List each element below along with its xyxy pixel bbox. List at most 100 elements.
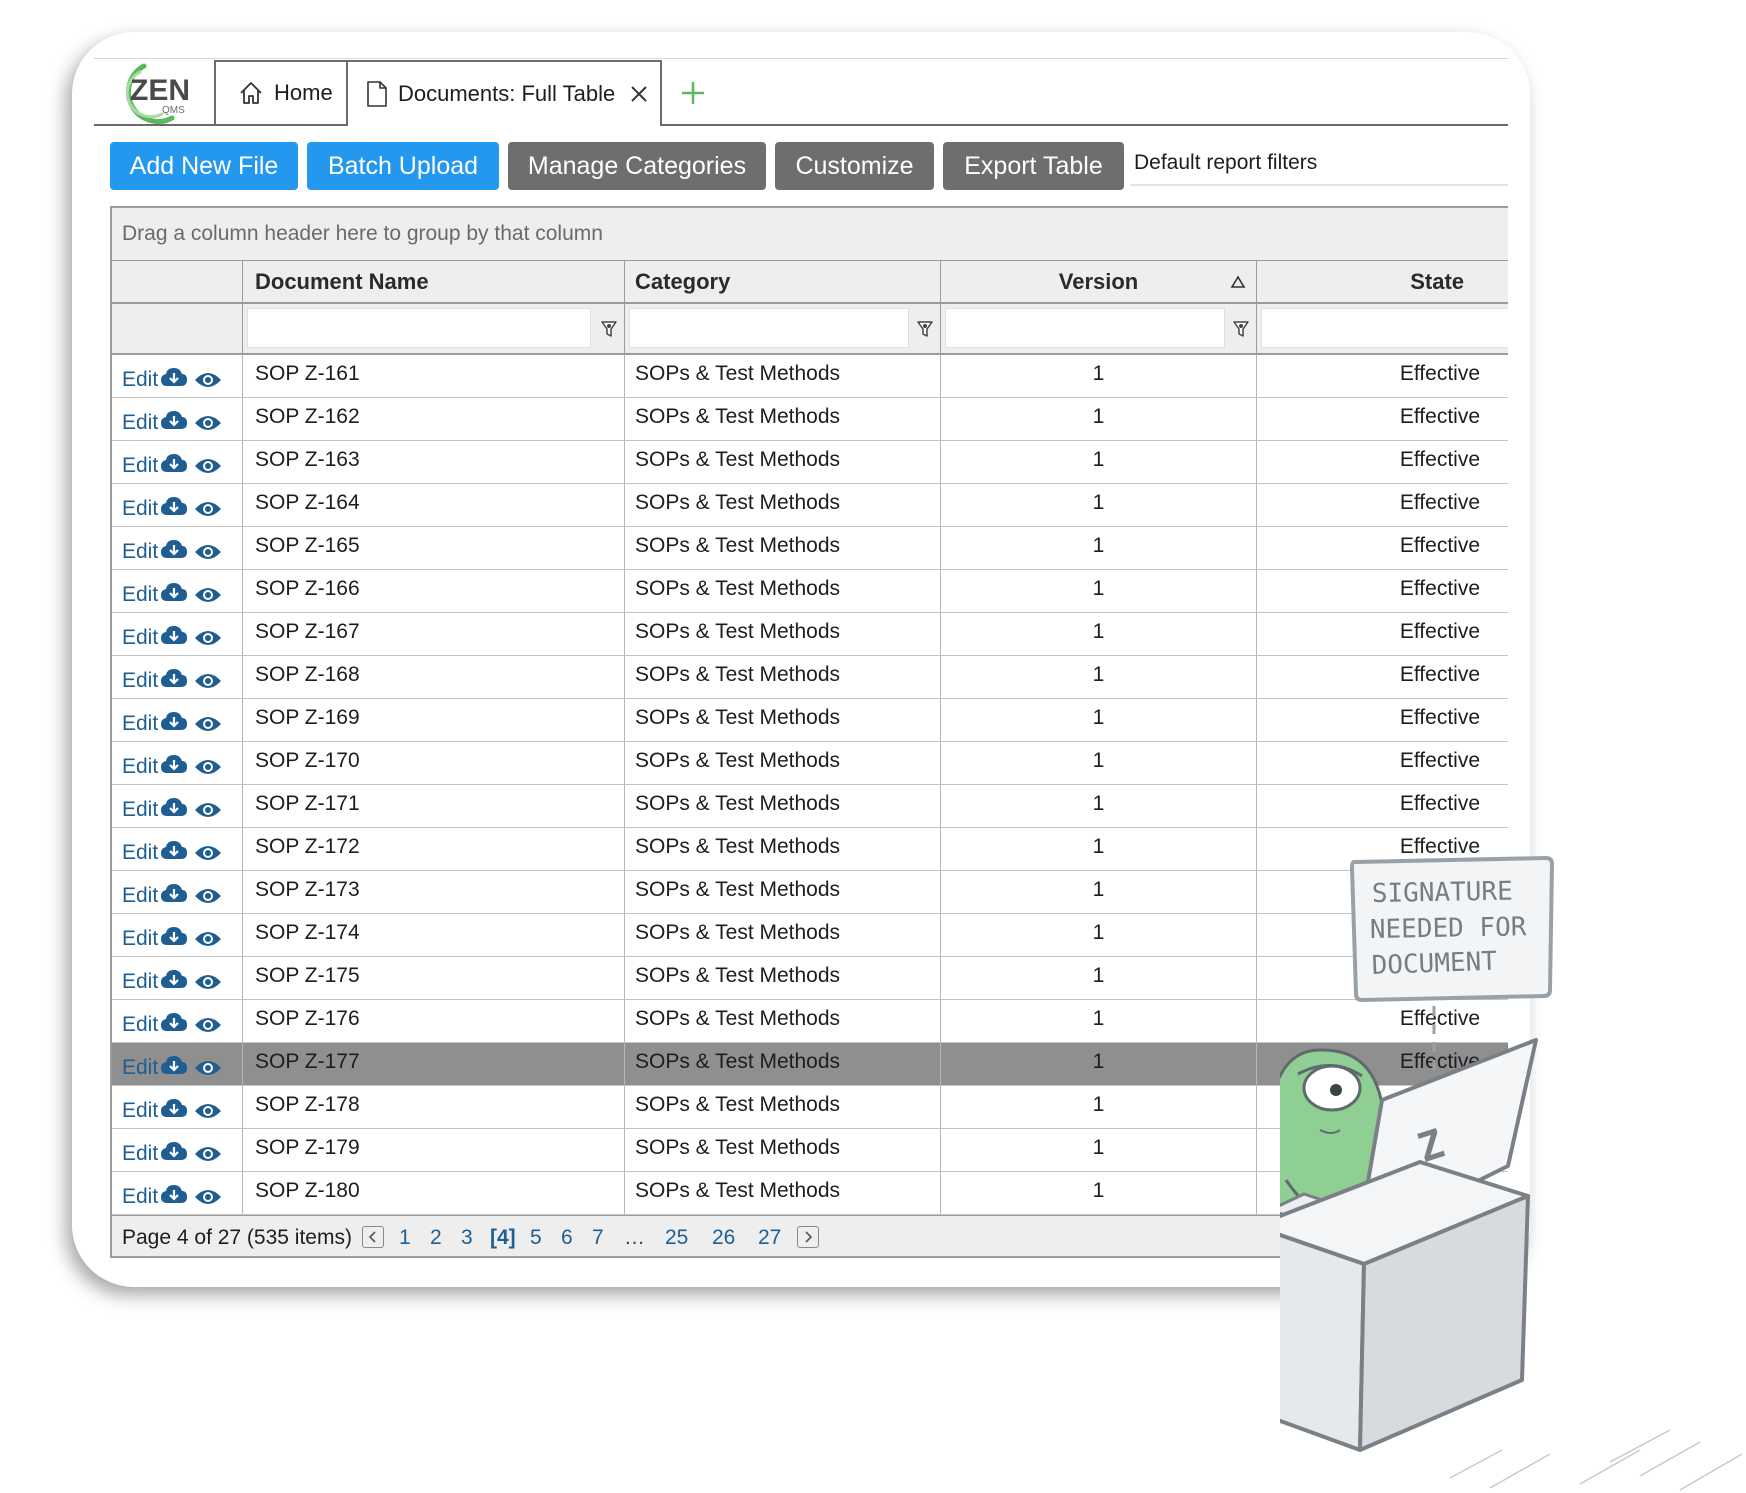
edit-link[interactable]: Edit <box>122 1006 158 1044</box>
edit-link[interactable]: Edit <box>122 361 158 399</box>
row-actions: Edit <box>112 1043 242 1085</box>
edit-link[interactable]: Edit <box>122 662 158 700</box>
cell-document-name: SOP Z-171 <box>242 785 624 827</box>
group-by-panel[interactable]: Drag a column header here to group by th… <box>112 208 1508 260</box>
table-row[interactable]: Edit SOP Z-170 SOPs & Test Methods 1 Effecti… <box>112 742 1508 785</box>
table-row[interactable]: Edit SOP Z-167 SOPs & Test Methods 1 Effecti… <box>112 613 1508 656</box>
table-row[interactable]: Edit SOP Z-169 SOPs & Test Methods 1 Effecti… <box>112 699 1508 742</box>
download-cloud-icon[interactable] <box>160 707 188 745</box>
table-row[interactable]: Edit SOP Z-171 SOPs & Test Methods 1 Effecti… <box>112 785 1508 828</box>
sign-line-3: DOCUMENT <box>1371 947 1498 981</box>
download-cloud-icon[interactable] <box>160 664 188 702</box>
header-document-name[interactable]: Document Name <box>242 261 624 303</box>
table-row[interactable]: Edit SOP Z-162 SOPs & Test Methods 1 Effecti… <box>112 398 1508 441</box>
page-link-1[interactable]: 1 <box>399 1226 411 1250</box>
manage-categories-button[interactable]: Manage Categories <box>508 142 766 190</box>
tab-documents-full-table[interactable]: Documents: Full Table <box>346 60 662 126</box>
row-actions: Edit <box>112 527 242 569</box>
cell-category: SOPs & Test Methods <box>624 527 940 569</box>
tab-home[interactable]: Home <box>214 60 348 124</box>
customize-button[interactable]: Customize <box>775 142 934 190</box>
zen-qms-logo[interactable]: ZEN QMS <box>110 60 202 124</box>
table-row[interactable]: Edit SOP Z-168 SOPs & Test Methods 1 Effecti… <box>112 656 1508 699</box>
table-row[interactable]: Edit SOP Z-165 SOPs & Test Methods 1 Effecti… <box>112 527 1508 570</box>
filter-input-state[interactable] <box>1261 308 1508 348</box>
download-cloud-icon[interactable] <box>160 449 188 487</box>
download-cloud-icon[interactable] <box>160 578 188 616</box>
cell-state: Effective <box>1256 742 1508 784</box>
edit-link[interactable]: Edit <box>122 834 158 872</box>
download-cloud-icon[interactable] <box>160 1008 188 1046</box>
edit-link[interactable]: Edit <box>122 447 158 485</box>
row-actions: Edit <box>112 355 242 397</box>
page-link-5[interactable]: 5 <box>530 1226 542 1250</box>
logo-sub: QMS <box>162 105 185 116</box>
add-new-file-button[interactable]: Add New File <box>110 142 298 190</box>
mascot-illustration: SIGNATURE NEEDED FOR DOCUMENT Z <box>1280 855 1743 1491</box>
edit-link[interactable]: Edit <box>122 877 158 915</box>
edit-link[interactable]: Edit <box>122 576 158 614</box>
header-version[interactable]: Version <box>940 261 1256 303</box>
add-tab-icon[interactable] <box>678 78 708 108</box>
edit-link[interactable]: Edit <box>122 1135 158 1173</box>
page-ellipsis[interactable]: … <box>624 1226 645 1250</box>
page-link-26[interactable]: 26 <box>712 1226 735 1250</box>
page-link-7[interactable]: 7 <box>592 1226 604 1250</box>
default-report-filters-link[interactable]: Default report filters <box>1134 151 1317 175</box>
page-link-3[interactable]: 3 <box>461 1226 473 1250</box>
download-cloud-icon[interactable] <box>160 879 188 917</box>
download-cloud-icon[interactable] <box>160 621 188 659</box>
page-link-27[interactable]: 27 <box>758 1226 781 1250</box>
cell-version: 1 <box>940 1000 1256 1042</box>
batch-upload-button[interactable]: Batch Upload <box>307 142 499 190</box>
row-actions: Edit <box>112 914 242 956</box>
table-row[interactable]: Edit SOP Z-166 SOPs & Test Methods 1 Effecti… <box>112 570 1508 613</box>
download-cloud-icon[interactable] <box>160 793 188 831</box>
filter-icon[interactable] <box>601 320 617 338</box>
table-row[interactable]: Edit SOP Z-161 SOPs & Test Methods 1 Effecti… <box>112 355 1508 398</box>
download-cloud-icon[interactable] <box>160 1051 188 1089</box>
row-actions: Edit <box>112 1086 242 1128</box>
download-cloud-icon[interactable] <box>160 1180 188 1218</box>
previous-page-button[interactable] <box>362 1226 384 1248</box>
edit-link[interactable]: Edit <box>122 705 158 743</box>
close-icon[interactable] <box>629 84 659 104</box>
edit-link[interactable]: Edit <box>122 619 158 657</box>
table-row[interactable]: Edit SOP Z-163 SOPs & Test Methods 1 Effecti… <box>112 441 1508 484</box>
download-cloud-icon[interactable] <box>160 1137 188 1175</box>
edit-link[interactable]: Edit <box>122 791 158 829</box>
download-cloud-icon[interactable] <box>160 406 188 444</box>
page-link-2[interactable]: 2 <box>430 1226 442 1250</box>
download-cloud-icon[interactable] <box>160 363 188 401</box>
download-cloud-icon[interactable] <box>160 535 188 573</box>
download-cloud-icon[interactable] <box>160 836 188 874</box>
edit-link[interactable]: Edit <box>122 533 158 571</box>
download-cloud-icon[interactable] <box>160 1094 188 1132</box>
download-cloud-icon[interactable] <box>160 492 188 530</box>
edit-link[interactable]: Edit <box>122 920 158 958</box>
filter-input-document-name[interactable] <box>247 308 591 348</box>
header-category[interactable]: Category <box>624 261 940 303</box>
edit-link[interactable]: Edit <box>122 963 158 1001</box>
page-link-current[interactable]: [4] <box>490 1226 516 1250</box>
download-cloud-icon[interactable] <box>160 922 188 960</box>
edit-link[interactable]: Edit <box>122 1049 158 1087</box>
filter-icon[interactable] <box>1233 320 1249 338</box>
edit-link[interactable]: Edit <box>122 1178 158 1216</box>
export-table-button[interactable]: Export Table <box>943 142 1124 190</box>
next-page-button[interactable] <box>797 1226 819 1248</box>
filters-underline <box>1130 184 1508 186</box>
edit-link[interactable]: Edit <box>122 490 158 528</box>
download-cloud-icon[interactable] <box>160 750 188 788</box>
header-state[interactable]: State <box>1256 261 1508 303</box>
edit-link[interactable]: Edit <box>122 1092 158 1130</box>
download-cloud-icon[interactable] <box>160 965 188 1003</box>
page-link-25[interactable]: 25 <box>665 1226 688 1250</box>
table-row[interactable]: Edit SOP Z-164 SOPs & Test Methods 1 Effecti… <box>112 484 1508 527</box>
edit-link[interactable]: Edit <box>122 748 158 786</box>
filter-input-category[interactable] <box>629 308 909 348</box>
filter-icon[interactable] <box>917 320 933 338</box>
page-link-6[interactable]: 6 <box>561 1226 573 1250</box>
edit-link[interactable]: Edit <box>122 404 158 442</box>
filter-input-version[interactable] <box>945 308 1225 348</box>
